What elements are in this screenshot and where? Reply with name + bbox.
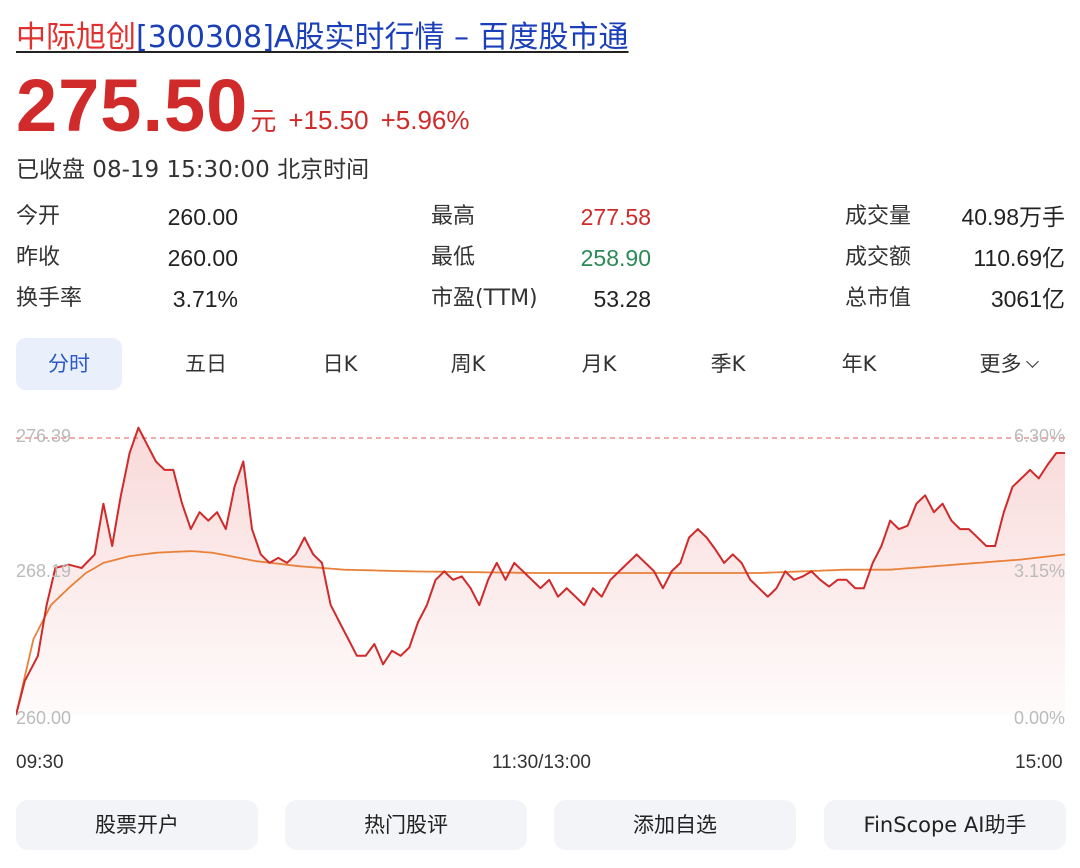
tab-quarterly-k[interactable]: 季K xyxy=(675,338,781,390)
tab-monthly-k[interactable]: 月K xyxy=(546,338,652,390)
hot-reviews-button[interactable]: 热门股评 xyxy=(285,800,527,850)
stock-name: 中际旭创 xyxy=(16,20,136,55)
y-right-tick-top: 6.30% xyxy=(1014,426,1065,446)
tab-daily-k[interactable]: 日K xyxy=(287,338,393,390)
price-change: +15.50 xyxy=(288,105,369,135)
stat-volume-label: 成交量 xyxy=(845,204,912,229)
tab-yearly-k[interactable]: 年K xyxy=(806,338,912,390)
add-watchlist-button[interactable]: 添加自选 xyxy=(554,800,796,850)
tab-more[interactable]: 更多 xyxy=(952,338,1064,390)
stat-marketcap-label: 总市值 xyxy=(845,286,912,311)
open-account-button[interactable]: 股票开户 xyxy=(16,800,258,850)
price-change-pct: +5.96% xyxy=(380,105,470,135)
y-right-tick-bottom: 0.00% xyxy=(1014,708,1065,727)
y-left-tick-mid: 268.19 xyxy=(16,561,71,581)
stat-low-label: 最低 xyxy=(431,245,476,270)
y-right-tick-mid: 3.15% xyxy=(1014,561,1065,581)
tab-more-label: 更多 xyxy=(979,352,1022,376)
price-row: 275.50元 +15.50 +5.96% xyxy=(16,64,470,147)
chevron-down-icon xyxy=(1025,355,1039,368)
x-tick-midday: 11:30/13:00 xyxy=(492,752,591,773)
stat-high-value: 277.58 xyxy=(580,204,651,230)
stat-marketcap-value: 3061亿 xyxy=(990,286,1065,312)
stat-prevclose-label: 昨收 xyxy=(16,245,61,270)
y-left-tick-top: 276.39 xyxy=(16,426,71,446)
intraday-chart[interactable]: 276.39 268.19 260.00 6.30% 3.15% 0.00% xyxy=(16,415,1065,727)
current-price: 275.50 xyxy=(16,64,249,147)
finscope-ai-button[interactable]: FinScope AI助手 xyxy=(824,800,1066,850)
stat-turnover-value: 3.71% xyxy=(172,286,238,312)
y-left-tick-bottom: 260.00 xyxy=(16,708,71,727)
chart-period-tabs: 分时 五日 日K 周K 月K 季K 年K 更多 xyxy=(16,338,1064,390)
stat-turnover-label: 换手率 xyxy=(16,286,83,311)
stat-pe-value: 53.28 xyxy=(593,286,651,312)
stat-amount-value: 110.69亿 xyxy=(973,245,1065,271)
stat-volume-value: 40.98万手 xyxy=(961,204,1065,230)
page-title-link[interactable]: 中际旭创[300308]A股实时行情 – 百度股市通 xyxy=(16,18,629,58)
price-unit: 元 xyxy=(250,107,277,137)
stat-prevclose-value: 260.00 xyxy=(167,245,238,271)
x-tick-close: 15:00 xyxy=(1015,752,1063,773)
stat-low-value: 258.90 xyxy=(580,245,651,271)
market-status: 已收盘 08-19 15:30:00 北京时间 xyxy=(16,157,370,183)
tab-intraday[interactable]: 分时 xyxy=(16,338,122,390)
stat-high-label: 最高 xyxy=(431,204,476,229)
stat-open-label: 今开 xyxy=(16,204,61,229)
stat-pe-label: 市盈(TTM) xyxy=(431,286,538,311)
title-rest: [300308]A股实时行情 – 百度股市通 xyxy=(136,20,629,55)
stat-amount-label: 成交额 xyxy=(845,245,912,270)
stat-open-value: 260.00 xyxy=(167,204,238,230)
tab-weekly-k[interactable]: 周K xyxy=(415,338,521,390)
tab-five-day[interactable]: 五日 xyxy=(153,338,259,390)
x-tick-open: 09:30 xyxy=(16,752,64,773)
